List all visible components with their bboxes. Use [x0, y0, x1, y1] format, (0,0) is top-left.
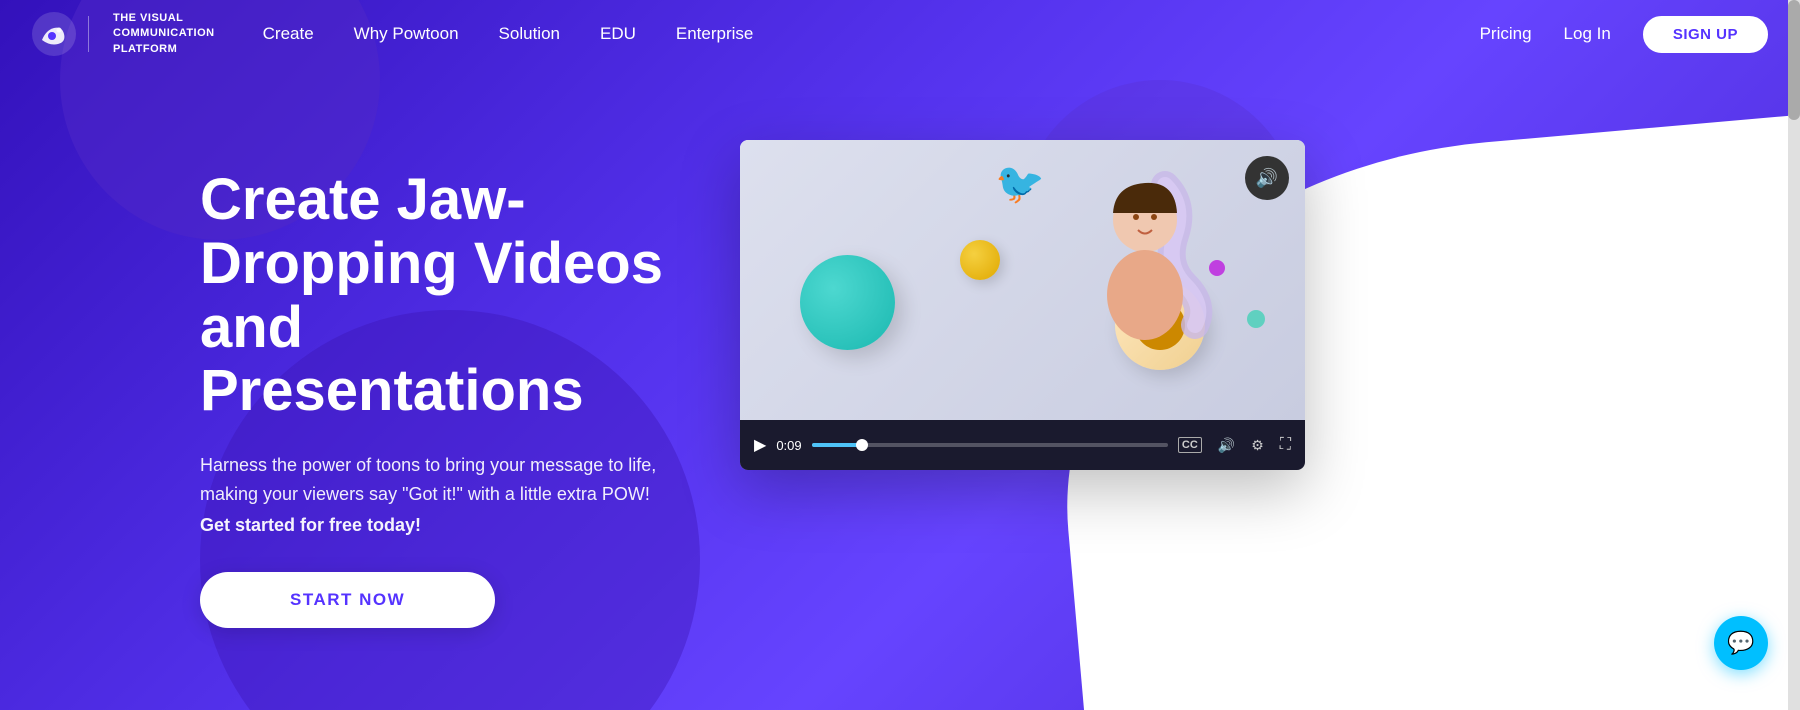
nav-link-solution[interactable]: Solution	[499, 24, 560, 44]
start-now-button[interactable]: START NOW	[200, 572, 495, 628]
video-progress-track[interactable]	[812, 443, 1168, 447]
video-small-dot	[1247, 310, 1265, 328]
sound-button[interactable]: 🔊	[1245, 156, 1289, 200]
powtoon-logo-icon	[32, 12, 76, 56]
nav-pricing[interactable]: Pricing	[1480, 24, 1532, 44]
video-progress-dot	[856, 439, 868, 451]
video-time: 0:09	[776, 438, 801, 453]
video-yellow-ball	[960, 240, 1000, 280]
nav-right: Pricing Log In SIGN UP	[1480, 16, 1768, 53]
nav-links: Create Why Powtoon Solution EDU Enterpri…	[263, 24, 1480, 44]
video-control-icons: CC 🔊 ⚙ ⛶	[1178, 436, 1291, 454]
video-settings-icon[interactable]: ⚙	[1251, 437, 1264, 454]
nav-link-enterprise[interactable]: Enterprise	[676, 24, 753, 44]
video-controls: ▶ 0:09 CC 🔊 ⚙ ⛶	[740, 420, 1305, 470]
logo-tagline: THE VISUALCOMMUNICATIONPLATFORM	[113, 11, 215, 57]
video-play-button[interactable]: ▶	[754, 435, 766, 455]
video-fullscreen-icon[interactable]: ⛶	[1280, 436, 1291, 454]
sound-icon: 🔊	[1256, 168, 1278, 189]
video-bird: 🐦	[995, 160, 1045, 207]
nav-login[interactable]: Log In	[1564, 24, 1611, 44]
hero-description: Harness the power of toons to bring your…	[200, 451, 700, 509]
video-cc-icon[interactable]: CC	[1178, 437, 1202, 453]
hero-text-block: Create Jaw-Dropping Videos and Presentat…	[200, 128, 700, 628]
hero-cta-text: Get started for free today!	[200, 515, 700, 536]
nav-signup-button[interactable]: SIGN UP	[1643, 16, 1768, 53]
video-progress-fill	[812, 443, 862, 447]
scrollbar-thumb[interactable]	[1788, 0, 1800, 120]
video-person-area	[1045, 165, 1245, 350]
hero-title: Create Jaw-Dropping Videos and Presentat…	[200, 168, 700, 423]
logo-area: THE VISUALCOMMUNICATIONPLATFORM	[32, 11, 215, 57]
video-player: 🔊 🐦	[740, 140, 1305, 470]
video-chain-svg	[1045, 165, 1245, 345]
video-teal-ball	[800, 255, 895, 350]
nav-link-why-powtoon[interactable]: Why Powtoon	[354, 24, 459, 44]
nav-link-create[interactable]: Create	[263, 24, 314, 44]
scrollbar[interactable]	[1788, 0, 1800, 710]
navbar: THE VISUALCOMMUNICATIONPLATFORM Create W…	[0, 0, 1800, 68]
video-volume-icon[interactable]: 🔊	[1218, 437, 1235, 454]
nav-link-edu[interactable]: EDU	[600, 24, 636, 44]
chat-button[interactable]: 💬	[1714, 616, 1768, 670]
logo-divider	[88, 16, 89, 52]
video-content-area: 🔊 🐦	[740, 140, 1305, 420]
chat-icon: 💬	[1727, 630, 1754, 656]
